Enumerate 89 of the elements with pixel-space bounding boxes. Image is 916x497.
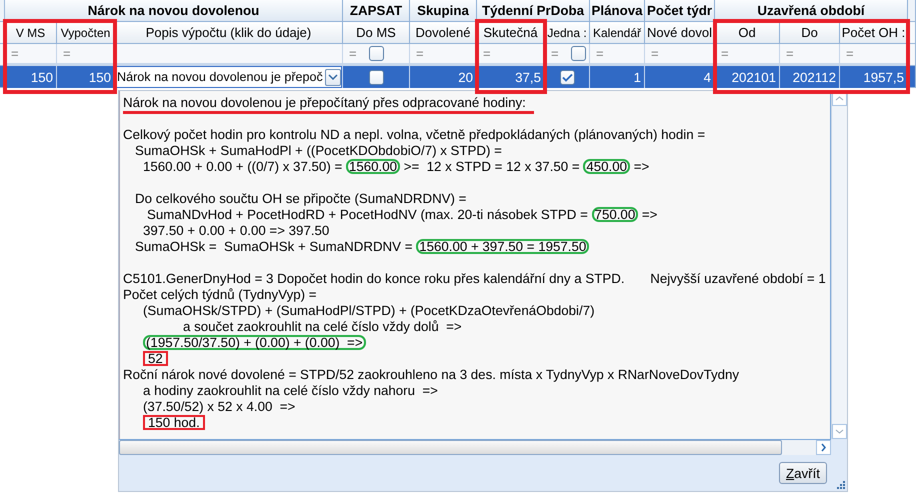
filter-cell[interactable]: = <box>410 44 477 66</box>
filter-operator[interactable]: = <box>483 46 491 61</box>
filter-cell[interactable]: = <box>545 44 590 66</box>
filter-cell[interactable]: = <box>590 44 645 66</box>
formula-text: >= 12 x STPD = 12 x 37.50 = <box>404 159 580 174</box>
filter-operator[interactable]: = <box>846 46 854 61</box>
formula-text: Do celkového součtu OH se připočte (SumaNDRDNV) = <box>135 191 466 206</box>
filter-checkbox[interactable] <box>368 46 384 61</box>
filter-operator[interactable]: = <box>651 46 659 61</box>
group-header: Skupina <box>410 0 477 22</box>
filter-operator[interactable]: = <box>63 46 71 61</box>
formula-text: SumaOHSk = SumaOHSk + SumaNDRDNV = <box>135 239 412 254</box>
formula-text: C5101.GenerDnyHod = 3 Dopočet hodin do konce roku přes kalendářní dny a STPD. <box>123 271 625 286</box>
highlighted-text: 450.00 <box>583 159 630 174</box>
table-cell: 20 <box>410 66 477 88</box>
group-header: ZAPSAT <box>343 0 410 22</box>
chevron-right-icon <box>821 443 826 452</box>
checkbox[interactable] <box>368 70 384 84</box>
column-header[interactable]: Počet OH : <box>840 22 908 44</box>
filter-cell[interactable]: = <box>477 44 545 66</box>
formula-text: 1560.00 + 0.00 + ((0/7) x 37.50) = <box>143 159 342 174</box>
highlighted-text: 150 hod. <box>143 415 205 430</box>
formula-text: SumaNDvHod + PocetHodRD + PocetHodNV (max. 20-ti násobek STPD = <box>147 207 588 222</box>
filter-cell[interactable]: = <box>5 44 57 66</box>
column-header[interactable]: Jedna : <box>545 22 590 44</box>
formula-text: Celkový počet hodin pro kontrolu ND a nepl. volna, včetně předpokládaných (plánovaných) hodin = <box>123 127 706 142</box>
column-header[interactable]: V MS <box>5 22 57 44</box>
filter-cell[interactable]: = <box>780 44 840 66</box>
filter-operator[interactable]: = <box>551 46 559 61</box>
formula-text: a hodiny zaokrouhlit na celé číslo vždy nahoru => <box>143 383 438 398</box>
filter-operator[interactable]: = <box>416 46 424 61</box>
filter-cell[interactable]: = <box>645 44 715 66</box>
chevron-down-icon <box>835 429 844 434</box>
chevron-up-icon <box>835 96 844 101</box>
column-header[interactable]: Od <box>715 22 780 44</box>
table-cell: 202101 <box>715 66 780 88</box>
filter-operator[interactable]: = <box>786 46 794 61</box>
table-cell: 202112 <box>780 66 840 88</box>
column-header[interactable]: Kalendář <box>590 22 645 44</box>
column-header[interactable]: Vypočten <box>57 22 115 44</box>
highlighted-text: (1957.50/37.50) + (0.00) + (0.00) => <box>143 335 366 350</box>
formula-text: (37.50/52) x 52 x 4.00 => <box>143 399 296 414</box>
filter-operator[interactable]: = <box>596 46 604 61</box>
resize-grip-icon[interactable] <box>835 479 845 489</box>
column-header[interactable]: Nové dovol <box>645 22 715 44</box>
filter-operator[interactable]: = <box>11 46 19 61</box>
chevron-down-icon <box>328 74 338 80</box>
formula-text: SumaOHSk + SumaHodPl + ((PocetKDObdobiO/7) x STPD) = <box>135 143 502 158</box>
formula-text: a součet zaokrouhlit na celé číslo vždy dolů => <box>183 319 462 334</box>
filter-checkbox[interactable] <box>570 46 586 61</box>
group-header: Počet týdr <box>645 0 715 22</box>
filter-cell[interactable]: = <box>57 44 115 66</box>
group-header: Týdenní PrDoba <box>477 0 590 22</box>
table-cell: 1 <box>590 66 645 88</box>
table-cell: 37,5 <box>477 66 545 88</box>
close-button[interactable]: Zavřít <box>779 462 827 484</box>
highlighted-text: 1560.00 <box>346 159 400 174</box>
highlighted-text: Nárok na novou dovolenou je přepočítaný přes odpracované hodiny: <box>123 95 534 114</box>
group-header: Nárok na novou dovolenou <box>5 0 343 22</box>
filter-operator[interactable]: = <box>721 46 729 61</box>
filter-cell[interactable]: = <box>715 44 780 66</box>
table-cell: 150 <box>57 66 115 88</box>
column-header[interactable]: Popis výpočtu (klik do údaje) <box>115 22 343 44</box>
formula-text: 397.50 + 0.00 + 0.00 => 397.50 <box>143 223 330 238</box>
column-header[interactable]: Do MS <box>343 22 410 44</box>
column-header[interactable]: Dovolené <box>410 22 477 44</box>
column-header[interactable]: Skutečná <box>477 22 545 44</box>
vertical-scrollbar[interactable] <box>831 91 847 439</box>
table-cell: 150 <box>5 66 57 88</box>
formula-text: Počet celých týdnů (TydnyVyp) = <box>123 287 317 302</box>
formula-text: => <box>642 207 658 222</box>
horizontal-scrollbar[interactable] <box>119 439 831 455</box>
formula-text: => <box>634 159 650 174</box>
column-header[interactable]: Do <box>780 22 840 44</box>
description-dropdown[interactable]: Nárok na novou dovolenou je přepoč <box>116 67 341 87</box>
checkbox[interactable] <box>560 70 574 84</box>
filter-cell[interactable]: = <box>343 44 410 66</box>
formula-text: (SumaOHSk/STPD) + (SumaHodPl/STPD) + (PocetKDzaOtevřenáObdobi/7) <box>143 303 595 318</box>
highlighted-text: 1560.00 + 397.50 = 1957.50 <box>416 239 590 254</box>
filter-cell[interactable]: = <box>840 44 908 66</box>
highlighted-text: 750.00 <box>592 207 638 222</box>
formula-text: Nejvyšší uzavřené období = 1 <box>650 271 826 286</box>
table-cell: 1957,5 <box>840 66 908 88</box>
formula-text: Roční nárok nové dovolené = STPD/52 zaokrouhleno na 3 des. místa x TydnyVyp x RNarNoveDovTydny <box>123 367 740 382</box>
filter-operator[interactable]: = <box>349 46 357 61</box>
filter-cell[interactable] <box>115 44 343 66</box>
highlighted-text: 52 <box>143 351 168 366</box>
table-cell: 4 <box>645 66 715 88</box>
group-header: Plánova <box>590 0 645 22</box>
